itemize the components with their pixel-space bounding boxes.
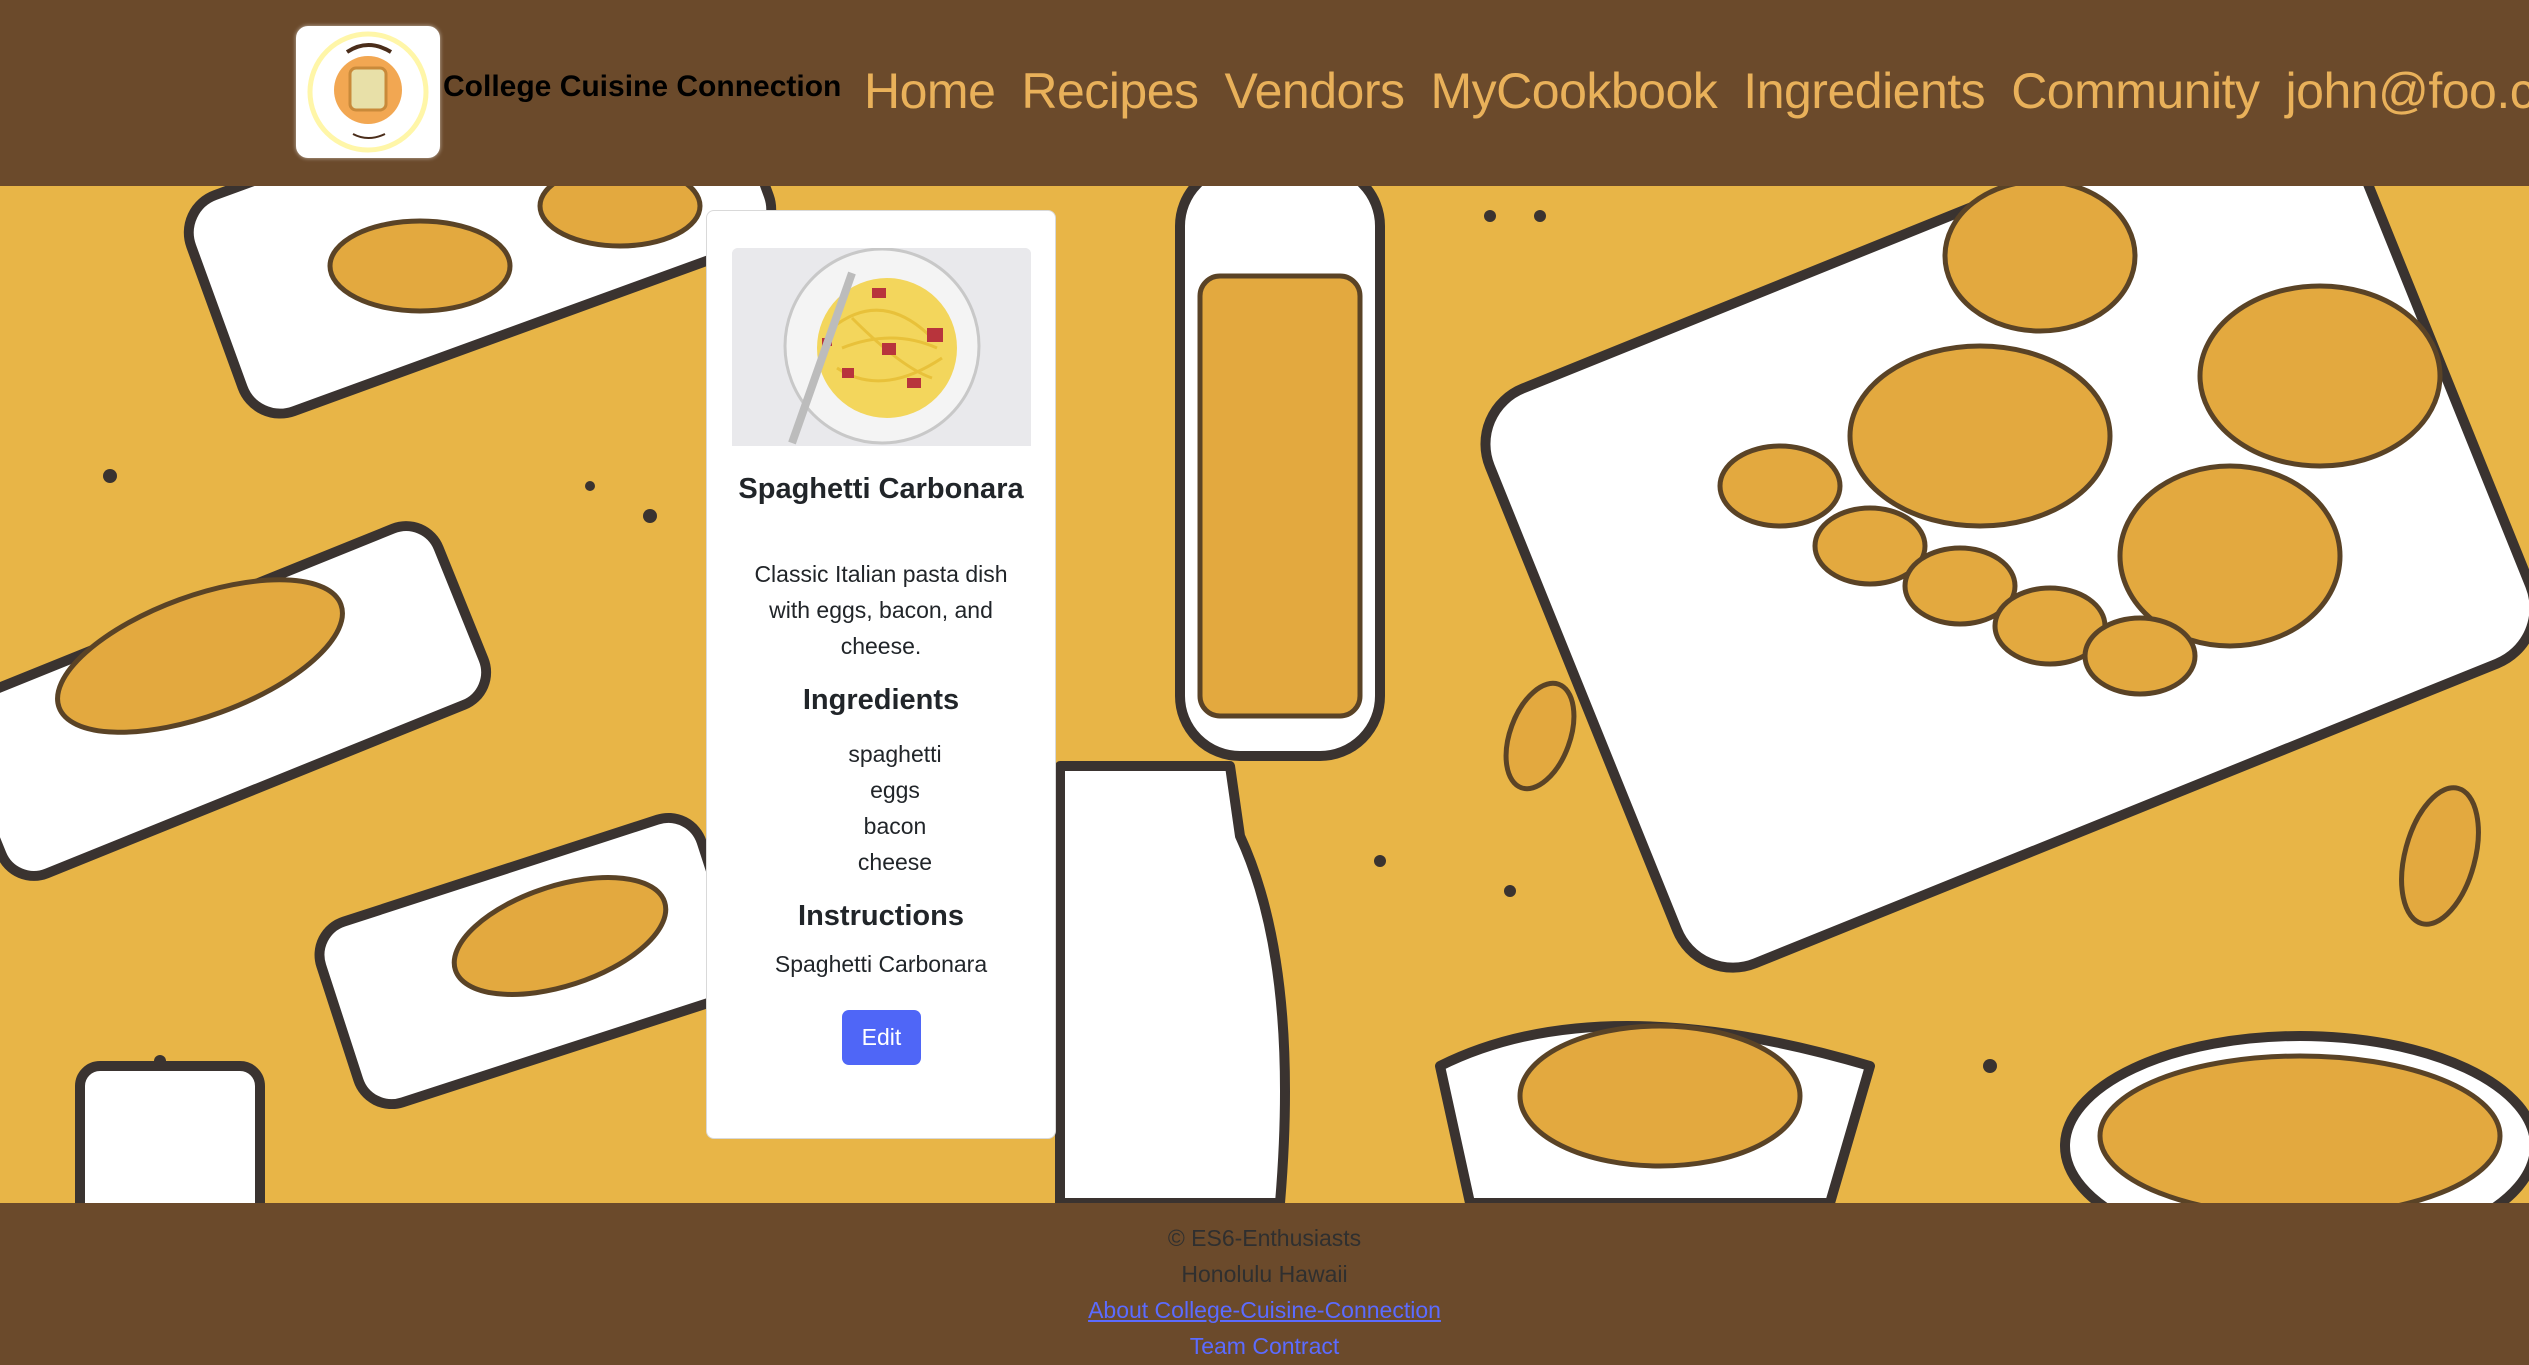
carbonara-photo-icon [732,248,1031,446]
instructions-text: Spaghetti Carbonara [774,951,988,977]
toast-logo-icon [307,31,429,153]
recipe-title: Spaghetti Carbonara [707,471,1055,508]
nav-recipes[interactable]: Recipes [1021,62,1199,120]
ingredients-list: spaghetti eggs bacon cheese [707,736,1055,880]
instructions-heading: Instructions [798,900,964,932]
ingredient-item: cheese [857,849,933,875]
hero-background: Spaghetti Carbonara Classic Italian past… [0,186,2529,1203]
about-link[interactable]: About College-Cuisine-Connection [1088,1297,1441,1323]
nav-ingredients[interactable]: Ingredients [1743,62,1985,120]
recipe-image [732,248,1031,446]
nav-user-dropdown[interactable]: john@foo.com [2286,62,2529,120]
recipe-title-text: Spaghetti Carbonara [738,473,1024,505]
nav-home[interactable]: Home [864,62,996,120]
kitchen-illustration [0,186,2529,1203]
team-contract-link[interactable]: Team Contract [1190,1333,1340,1359]
footer: © ES6-Enthusiasts Honolulu Hawaii About … [0,1203,2529,1365]
footer-location: Honolulu Hawaii [1181,1261,1348,1287]
nav-vendors[interactable]: Vendors [1225,62,1405,120]
ingredients-heading: Ingredients [802,684,960,716]
ingredient-item: bacon [863,813,927,839]
logo[interactable] [296,26,440,158]
recipe-card: Spaghetti Carbonara Classic Italian past… [706,210,1056,1139]
navbar: College Cuisine Connection Home Recipes … [0,0,2529,186]
recipe-description: Classic Italian pasta dish with eggs, ba… [754,561,1008,659]
ingredient-item: eggs [870,777,920,803]
nav-links: Home Recipes Vendors MyCookbook Ingredie… [864,62,2529,120]
nav-mycookbook[interactable]: MyCookbook [1431,62,1718,120]
edit-button[interactable]: Edit [842,1010,921,1065]
brand-name[interactable]: College Cuisine Connection [443,70,841,104]
ingredient-item: spaghetti [848,741,942,767]
nav-community[interactable]: Community [2011,62,2260,120]
footer-copyright: © ES6-Enthusiasts [1167,1225,1362,1251]
